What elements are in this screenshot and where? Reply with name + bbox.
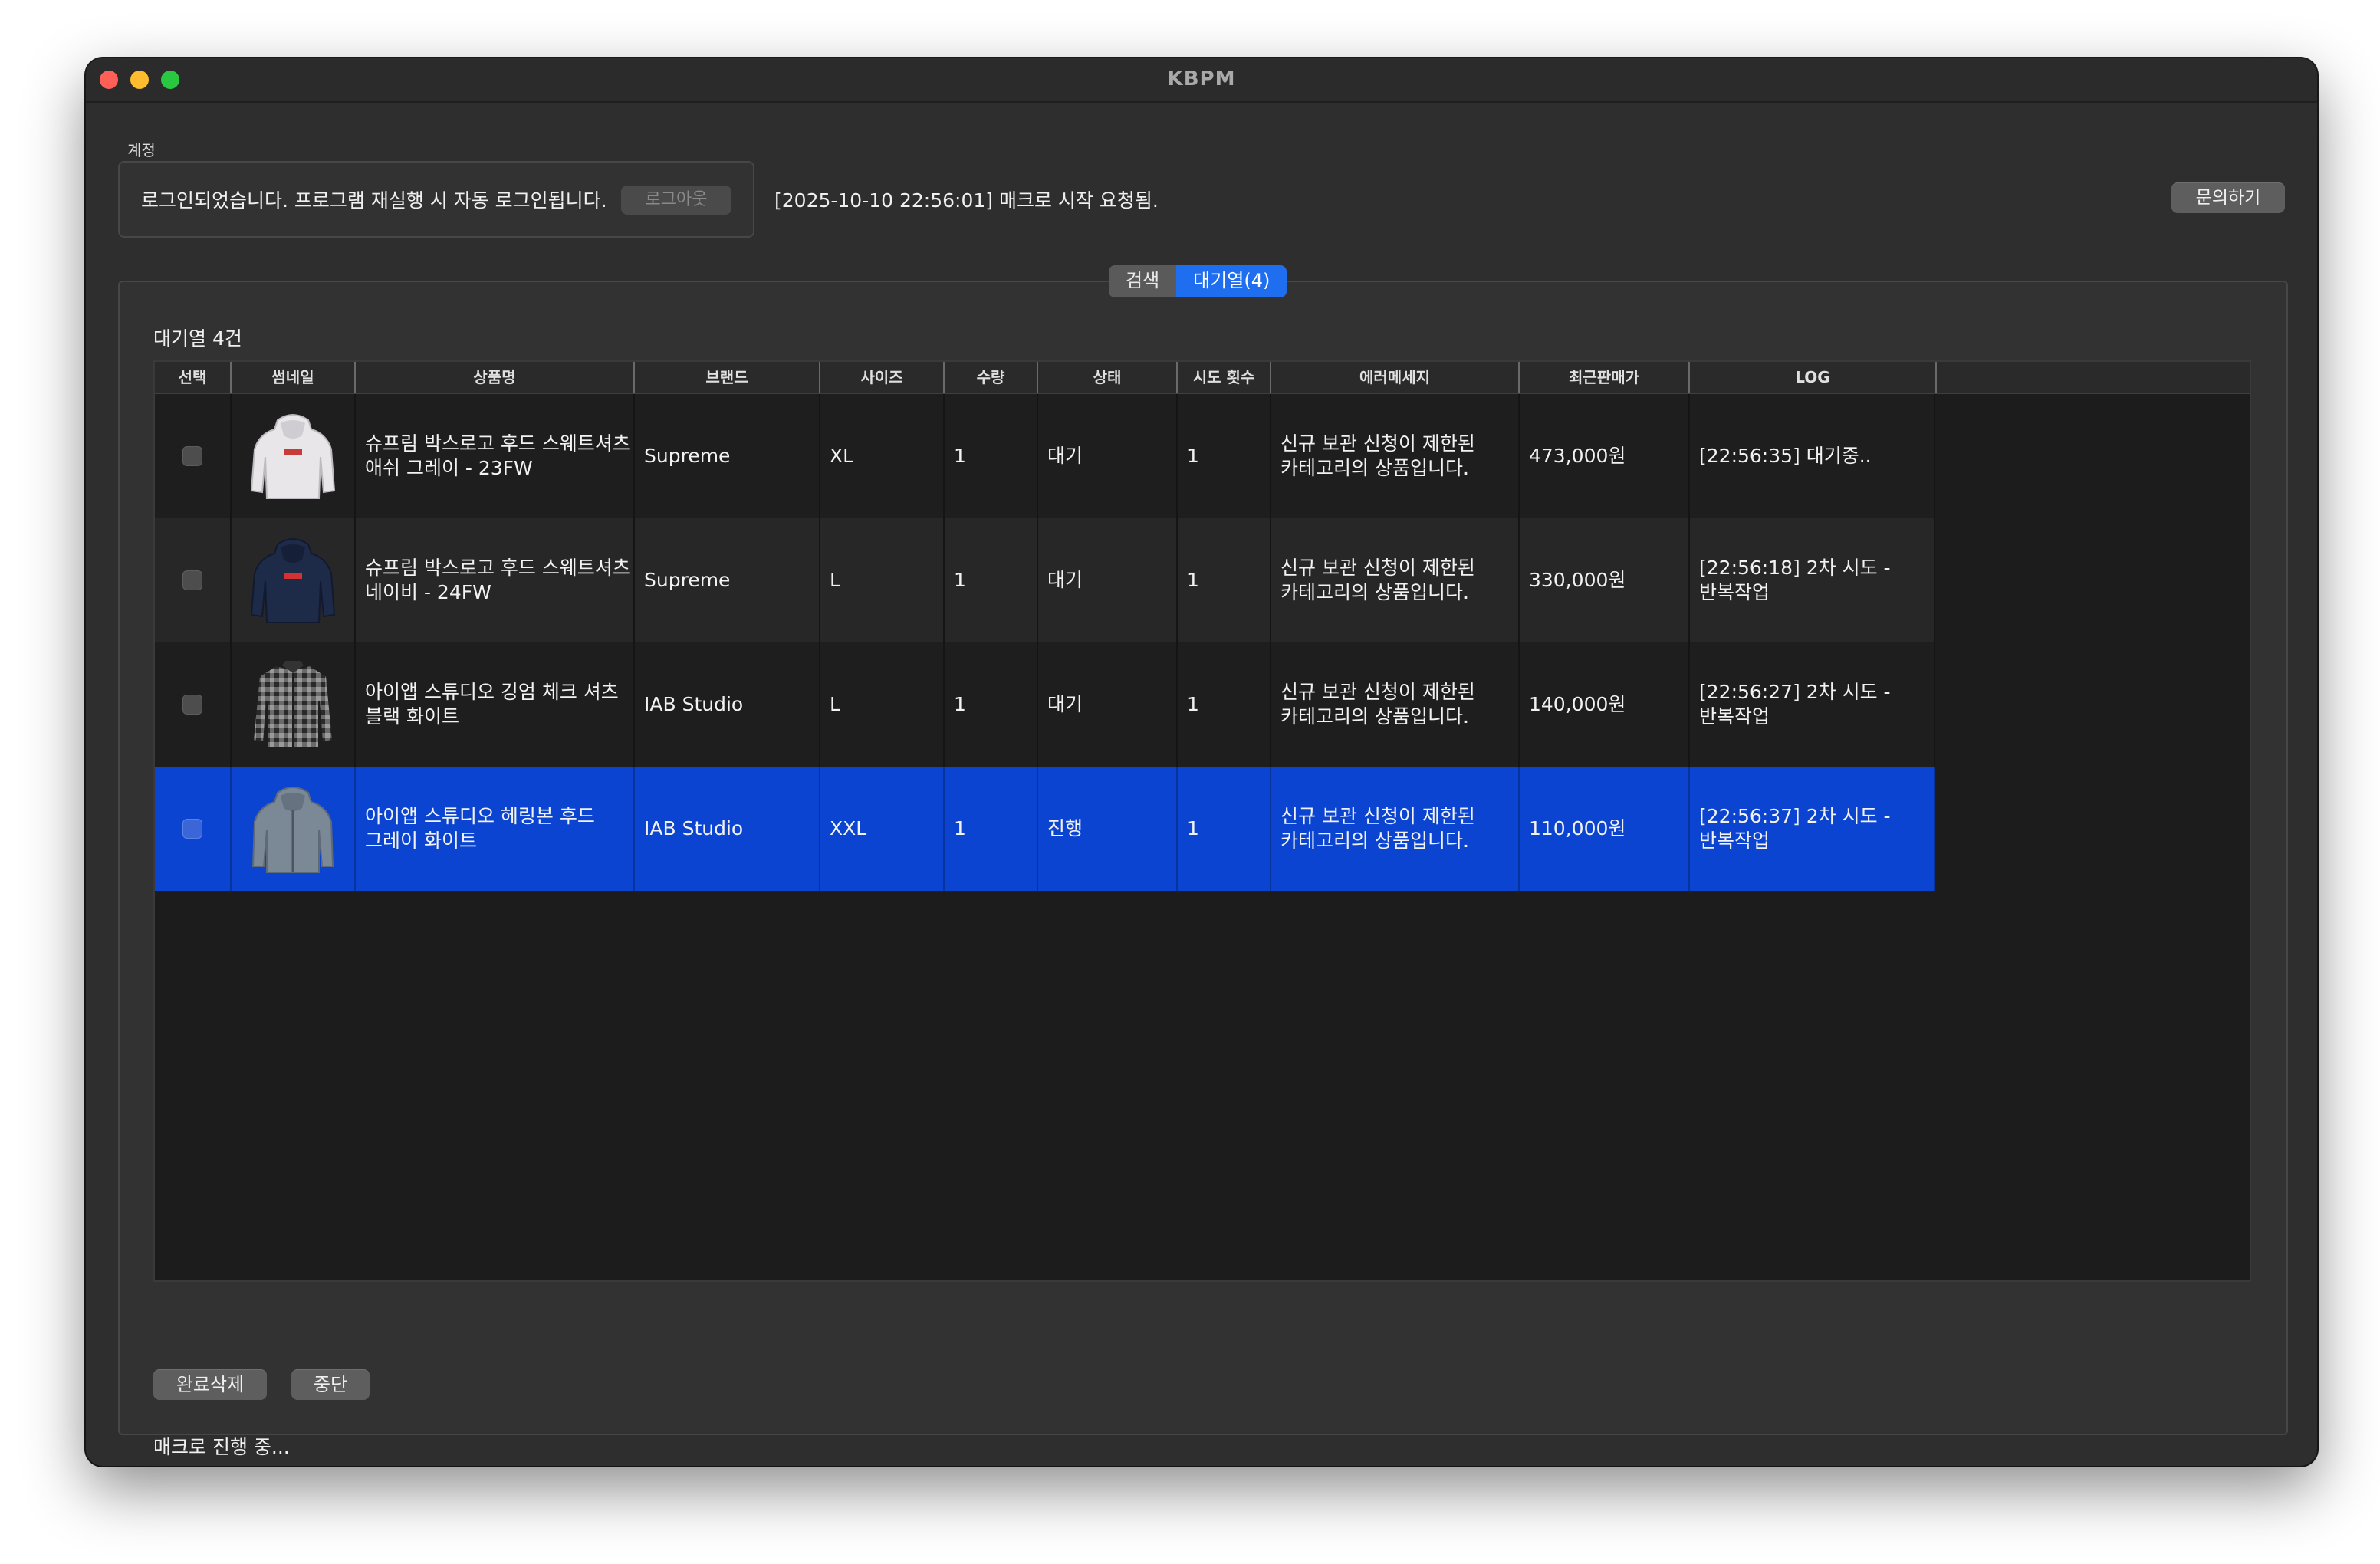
- log-cell: [22:56:37] 2차 시도 - 반복작업: [1690, 767, 1935, 891]
- table-row[interactable]: 슈프림 박스로고 후드 스웨트셔츠 네이비 - 24FW Supreme L 1 …: [155, 518, 1935, 642]
- tab-search[interactable]: 검색: [1109, 265, 1177, 297]
- stop-button[interactable]: 중단: [291, 1369, 370, 1400]
- brand-cell: IAB Studio: [635, 767, 820, 891]
- select-cell: [155, 642, 232, 767]
- table-row[interactable]: 아이앱 스튜디오 헤링본 후드 그레이 화이트 IAB Studio XXL 1 …: [155, 767, 1935, 891]
- price-cell: 110,000원: [1520, 767, 1690, 891]
- attempts-cell: 1: [1178, 518, 1271, 642]
- column-header-select[interactable]: 선택: [155, 362, 232, 393]
- column-header-quantity[interactable]: 수량: [945, 362, 1038, 393]
- column-header-thumbnail[interactable]: 썸네일: [232, 362, 356, 393]
- select-cell: [155, 394, 232, 518]
- select-cell: [155, 767, 232, 891]
- hoodie-navy-icon: [250, 538, 336, 623]
- size-cell: XL: [820, 394, 945, 518]
- thumbnail-cell: [232, 767, 356, 891]
- price-cell: 330,000원: [1520, 518, 1690, 642]
- attempts-cell: 1: [1178, 642, 1271, 767]
- product-name-cell: 아이앱 스튜디오 헤링본 후드 그레이 화이트: [356, 767, 635, 891]
- status-cell: 대기: [1038, 394, 1178, 518]
- thumbnail-cell: [232, 642, 356, 767]
- tab-bar: 검색 대기열(4): [1109, 265, 1287, 297]
- error-cell: 신규 보관 신청이 제한된 카테고리의 상품입니다.: [1271, 642, 1520, 767]
- log-cell: [22:56:35] 대기중..: [1690, 394, 1935, 518]
- log-cell: [22:56:18] 2차 시도 - 반복작업: [1690, 518, 1935, 642]
- size-cell: L: [820, 642, 945, 767]
- thumbnail-cell: [232, 518, 356, 642]
- error-cell: 신규 보관 신청이 제한된 카테고리의 상품입니다.: [1271, 767, 1520, 891]
- attempts-cell: 1: [1178, 767, 1271, 891]
- thumbnail-cell: [232, 394, 356, 518]
- row-checkbox[interactable]: [182, 695, 202, 715]
- brand-cell: Supreme: [635, 518, 820, 642]
- product-name-cell: 슈프림 박스로고 후드 스웨트셔츠 애쉬 그레이 - 23FW: [356, 394, 635, 518]
- app-window: KBPM 계정 로그인되었습니다. 프로그램 재실행 시 자동 로그인됩니다. …: [86, 58, 2317, 1466]
- title-bar: KBPM: [86, 58, 2317, 103]
- quantity-cell: 1: [945, 767, 1038, 891]
- zip-hoodie-gray-icon: [251, 787, 334, 873]
- table-header: 선택 썸네일 상품명 브랜드 사이즈 수량 상태 시도 횟수 에러메세지 최근판…: [155, 362, 2250, 394]
- column-header-size[interactable]: 사이즈: [820, 362, 945, 393]
- size-cell: L: [820, 518, 945, 642]
- hoodie-ash-gray-icon: [250, 414, 336, 499]
- quantity-cell: 1: [945, 518, 1038, 642]
- clear-completed-button[interactable]: 완료삭제: [153, 1369, 267, 1400]
- account-section-label: 계정: [127, 141, 156, 159]
- table-row[interactable]: 아이앱 스튜디오 깅엄 체크 셔츠 블랙 화이트 IAB Studio L 1 대…: [155, 642, 1935, 767]
- contact-button[interactable]: 문의하기: [2171, 182, 2285, 213]
- column-header-log[interactable]: LOG: [1690, 362, 1937, 393]
- column-header-brand[interactable]: 브랜드: [635, 362, 820, 393]
- brand-cell: IAB Studio: [635, 642, 820, 767]
- check-shirt-black-icon: [251, 661, 334, 749]
- column-header-attempts[interactable]: 시도 횟수: [1178, 362, 1271, 393]
- column-header-product-name[interactable]: 상품명: [356, 362, 635, 393]
- table-row[interactable]: 슈프림 박스로고 후드 스웨트셔츠 애쉬 그레이 - 23FW Supreme X…: [155, 394, 1935, 518]
- queue-count-label: 대기열 4건: [153, 327, 242, 350]
- account-group: 로그인되었습니다. 프로그램 재실행 시 자동 로그인됩니다. 로그아웃: [118, 161, 754, 238]
- row-checkbox[interactable]: [182, 819, 202, 839]
- error-cell: 신규 보관 신청이 제한된 카테고리의 상품입니다.: [1271, 518, 1520, 642]
- macro-status-text: 매크로 진행 중...: [153, 1436, 290, 1458]
- status-cell: 대기: [1038, 518, 1178, 642]
- quantity-cell: 1: [945, 394, 1038, 518]
- column-header-recent-price[interactable]: 최근판매가: [1520, 362, 1690, 393]
- log-cell: [22:56:27] 2차 시도 - 반복작업: [1690, 642, 1935, 767]
- window-title: KBPM: [1167, 67, 1236, 90]
- column-header-error[interactable]: 에러메세지: [1271, 362, 1520, 393]
- column-header-status[interactable]: 상태: [1038, 362, 1178, 393]
- logout-button[interactable]: 로그아웃: [621, 186, 731, 215]
- row-checkbox[interactable]: [182, 570, 202, 590]
- queue-table: 선택 썸네일 상품명 브랜드 사이즈 수량 상태 시도 횟수 에러메세지 최근판…: [153, 360, 2251, 1282]
- select-cell: [155, 518, 232, 642]
- product-name-cell: 아이앱 스튜디오 깅엄 체크 셔츠 블랙 화이트: [356, 642, 635, 767]
- brand-cell: Supreme: [635, 394, 820, 518]
- size-cell: XXL: [820, 767, 945, 891]
- log-message: [2025-10-10 22:56:01] 매크로 시작 요청됨.: [774, 189, 1159, 212]
- product-name-cell: 슈프림 박스로고 후드 스웨트셔츠 네이비 - 24FW: [356, 518, 635, 642]
- tab-queue[interactable]: 대기열(4): [1176, 265, 1287, 297]
- price-cell: 473,000원: [1520, 394, 1690, 518]
- row-checkbox[interactable]: [182, 446, 202, 466]
- attempts-cell: 1: [1178, 394, 1271, 518]
- status-cell: 진행: [1038, 767, 1178, 891]
- quantity-cell: 1: [945, 642, 1038, 767]
- error-cell: 신규 보관 신청이 제한된 카테고리의 상품입니다.: [1271, 394, 1520, 518]
- status-cell: 대기: [1038, 642, 1178, 767]
- price-cell: 140,000원: [1520, 642, 1690, 767]
- login-status-text: 로그인되었습니다. 프로그램 재실행 시 자동 로그인됩니다.: [141, 189, 607, 212]
